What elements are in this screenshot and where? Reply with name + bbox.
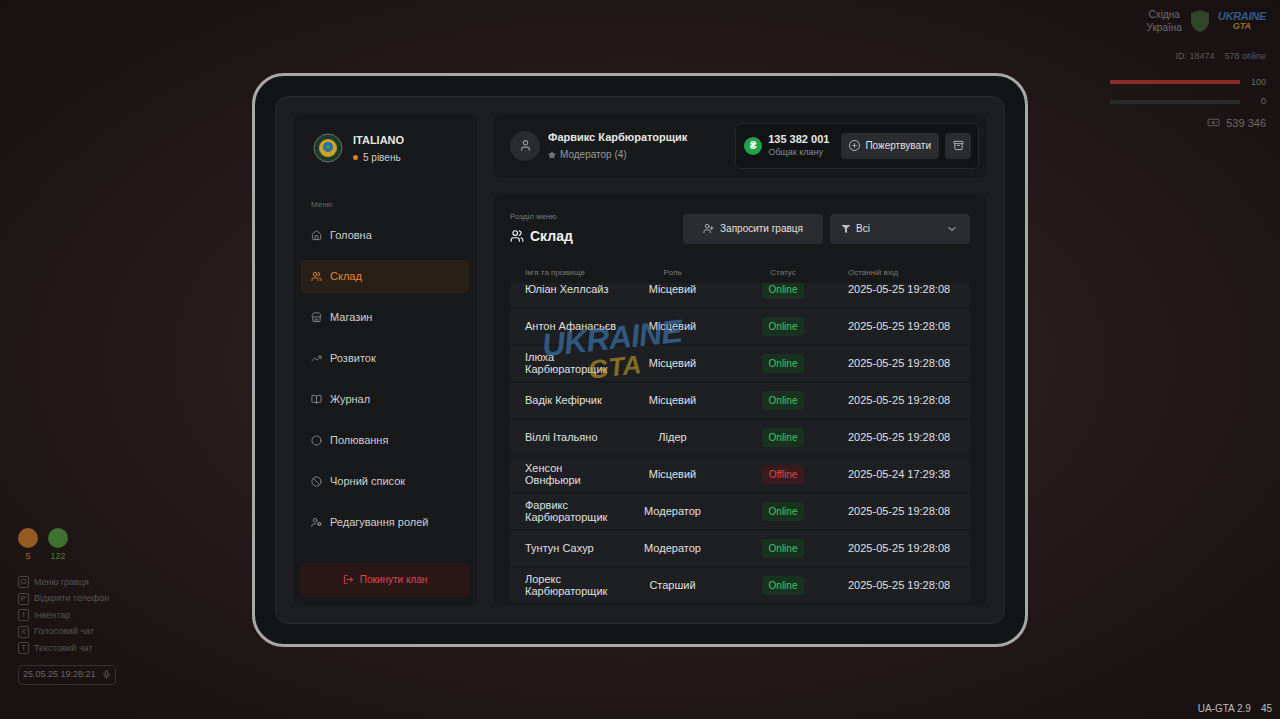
clan-profile: ITALIANO5 рівень [301,132,469,166]
status-badge: Online [762,391,805,410]
status-badge: Offline [762,465,805,484]
status-badge: Online [762,502,805,521]
table-row[interactable]: Лорекс КарбюраторщикСтаршийOnline2025-05… [510,568,970,603]
sidebar-item[interactable]: Склад [301,260,469,293]
donate-button[interactable]: Пожертвувати [841,133,939,159]
watermark: UKRAINEGTA [543,322,683,380]
storage-button[interactable] [945,133,971,159]
clock: 25.05.25 19:28:21 [18,665,116,685]
clan-emblem-icon [313,133,343,163]
logo: UKRAINEGTA [540,314,685,386]
table-row[interactable]: Фарвикс КарбюраторщикМодераторOnline2025… [510,494,970,529]
star-icon [548,151,556,159]
money: 539 346 [1207,115,1266,132]
table-row[interactable]: Хенсон ОвнфьюриМісцевийOffline2025-05-24… [510,457,970,492]
status-badge: Online [762,354,805,373]
treasury-box: ₴135 382 001Общак клануПожертвувати [735,123,979,169]
menu-icon [311,271,322,282]
chevron-down-icon [946,223,958,235]
table-body: Юліан ХеллсайзМісцевийOnline2025-05-25 1… [510,283,970,604]
status-badge: Online [762,428,805,447]
sidebar-item[interactable]: Чорний список [301,465,469,498]
table-row[interactable]: Тунтун СахурМодераторOnline2025-05-25 19… [510,531,970,566]
menu-icon [311,476,322,487]
game-screen: СхіднаУкраїна UKRAINEGTA ID: 18474578 onli… [0,0,1280,719]
menu-icon [311,435,322,446]
menu-icon [311,230,322,241]
filter-dropdown[interactable]: Всі [830,214,970,244]
user-plus-icon [703,223,714,234]
counter: 122 [48,528,68,564]
version-label: UA-GTA 2.945 [1198,701,1272,716]
top-right-hud: СхіднаУкраїна UKRAINEGTA ID: 18474578 onli… [1110,8,1266,131]
menu-label: Меню [301,199,469,211]
armor-bar: 0 [1110,95,1266,109]
menu-icon [311,312,322,323]
sidebar-item[interactable]: Головна [301,219,469,252]
hotkey-hint: XГолосовий чат [18,625,116,639]
sidebar-item[interactable]: Редагування ролей [301,506,469,539]
table-row[interactable]: Вадік КефірчикМісцевийOnline2025-05-25 1… [510,383,970,418]
sidebar-item[interactable]: Розвиток [301,342,469,375]
plus-icon [851,142,858,149]
sidebar-item[interactable]: Журнал [301,383,469,416]
server-info: ID: 18474578 online [1175,50,1266,64]
exit-icon [343,574,354,585]
sidebar: ITALIANO5 рівень Меню Головна Склад Магазин Р… [293,114,477,606]
status-badge: Online [762,539,805,558]
mic-icon [102,670,111,679]
counter: 5 [18,528,38,564]
status-badge: Online [762,317,805,336]
currency-badge: ₴ [744,137,762,155]
header-card: Фарвикс КарбюраторщикМодератор (4)₴135 3… [493,114,987,178]
level-dot [353,155,358,160]
leave-clan-button[interactable]: Покинути клан [301,563,469,597]
hotkey-hint: IІнвентар [18,609,116,623]
bottom-left-hud: 5 122 OМеню гравця PВідкрити телефон IІнвент… [18,528,116,685]
table-row[interactable]: Юліан ХеллсайзМісцевийOnline2025-05-25 1… [510,283,970,307]
status-badge: Online [762,283,805,299]
money-icon [1207,116,1220,129]
box-icon [953,140,964,151]
invite-button[interactable]: Запросити гравця [683,214,823,244]
sidebar-item[interactable]: Полювання [301,424,469,457]
logo: UKRAINEGTA [1218,11,1266,31]
table-row[interactable]: Віллі ІтальяноЛідерOnline2025-05-25 19:2… [510,420,970,455]
hotkey-hint: TТекстовий чат [18,642,116,656]
sidebar-item[interactable]: Магазин [301,301,469,334]
menu-icon [311,394,322,405]
content-card: Розділ меню Склад Запросити гравцяВсі Ім'я … [493,194,987,606]
section-caption: Розділ меню [510,211,573,223]
hotkey-hint: OМеню гравця [18,576,116,590]
table-header: Ім'я та прізвищеРольСтатусОстанній вхід [510,267,970,279]
table-row[interactable]: Ілюха КарбюраторщикМісцевийOnline2025-05… [510,346,970,381]
user-avatar [510,131,540,161]
shield-icon [1190,9,1210,33]
menu-icon [311,353,322,364]
tablet-screen: ITALIANO5 рівень Меню Головна Склад Магазин Р… [275,96,1005,624]
main-panel: Фарвикс КарбюраторщикМодератор (4)₴135 3… [493,114,987,606]
section-title: Склад [510,226,573,247]
menu-icon [311,517,322,528]
users-icon [510,229,524,243]
health-bar: 100 [1110,76,1266,90]
user-icon [519,139,532,152]
region-label: СхіднаУкраїна [1147,8,1182,34]
hotkey-hint: PВідкрити телефон [18,592,116,606]
table-row[interactable]: Антон АфанасьєвМісцевийOnline2025-05-25 … [510,309,970,344]
filter-icon [842,225,850,233]
status-badge: Online [762,576,805,595]
tablet: ITALIANO5 рівень Меню Головна Склад Магазин Р… [252,73,1028,647]
